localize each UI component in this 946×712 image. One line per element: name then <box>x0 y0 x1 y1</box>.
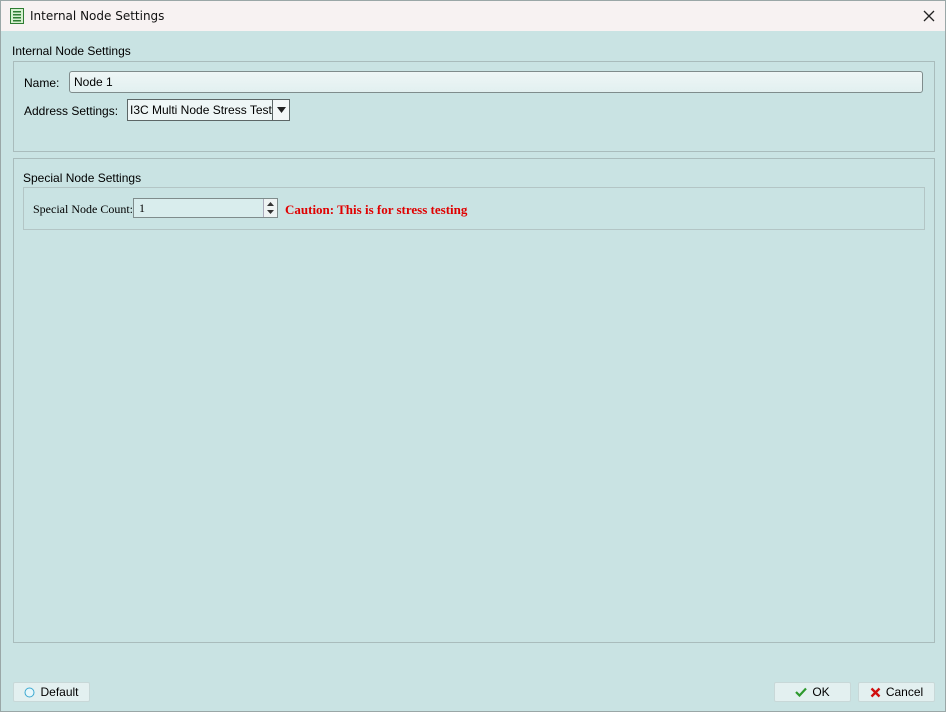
cancel-button-label: Cancel <box>885 685 924 699</box>
title-bar[interactable]: Internal Node Settings <box>1 1 945 31</box>
document-icon <box>10 8 24 24</box>
cancel-button[interactable]: Cancel <box>858 682 935 702</box>
name-input[interactable]: Node 1 <box>69 71 923 93</box>
special-node-count-label: Special Node Count: <box>33 202 133 216</box>
address-settings-value: I3C Multi Node Stress Test <box>130 103 272 117</box>
spin-down-icon[interactable] <box>266 208 275 216</box>
name-label: Name: <box>24 76 60 90</box>
special-node-count-spinner[interactable]: 1 <box>133 198 278 218</box>
caution-message: Caution: This is for stress testing <box>285 202 468 217</box>
spinner-buttons <box>263 199 277 217</box>
internal-section-title: Internal Node Settings <box>12 44 131 58</box>
dialog-window: Internal Node Settings Internal Node Set… <box>0 0 946 712</box>
default-button-label: Default <box>40 685 79 699</box>
window-title: Internal Node Settings <box>30 9 165 23</box>
triangle-down-icon <box>276 107 286 113</box>
special-settings-group <box>13 158 935 643</box>
default-button[interactable]: Default <box>13 682 90 702</box>
close-button[interactable] <box>913 1 945 31</box>
address-settings-label: Address Settings: <box>24 104 119 118</box>
circle-icon <box>24 687 35 697</box>
ok-button-label: OK <box>812 685 830 699</box>
spin-up-icon[interactable] <box>266 200 275 208</box>
dropdown-button[interactable] <box>272 100 289 120</box>
close-icon <box>923 10 935 22</box>
special-node-count-value: 1 <box>139 201 145 215</box>
special-section-title: Special Node Settings <box>23 171 142 185</box>
address-settings-select[interactable]: I3C Multi Node Stress Test <box>127 99 290 121</box>
ok-button[interactable]: OK <box>774 682 851 702</box>
check-icon <box>795 687 808 697</box>
x-icon <box>870 687 881 697</box>
